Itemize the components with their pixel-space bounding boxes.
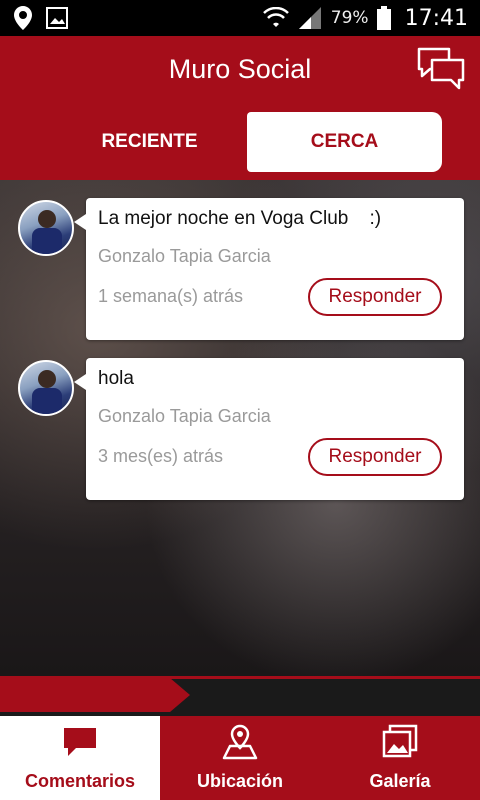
location-icon xyxy=(14,6,32,30)
comment-text: hola xyxy=(98,368,134,389)
tab-reciente[interactable]: RECIENTE xyxy=(52,112,247,172)
comment-time: 3 mes(es) atrás xyxy=(98,446,224,466)
status-bar: 79% 17:41 xyxy=(0,0,480,36)
content-area: La mejor noche en Voga Club :) Gonzalo T… xyxy=(0,180,480,676)
nav-comentarios[interactable]: Comentarios xyxy=(0,716,160,800)
nav-galeria[interactable]: Galería xyxy=(320,716,480,800)
comment-bubble: La mejor noche en Voga Club :) Gonzalo T… xyxy=(74,198,464,340)
comment-time: 1 semana(s) atrás xyxy=(98,286,244,306)
app-header: Muro Social RECIENTE CERCA xyxy=(0,36,480,180)
avatar[interactable] xyxy=(18,200,74,256)
tab-bar: RECIENTE CERCA xyxy=(52,112,442,172)
avatar[interactable] xyxy=(18,360,74,416)
map-pin-icon xyxy=(222,724,258,760)
comment-bubble: hola Gonzalo Tapia Garcia 3 mes(es) atrá… xyxy=(74,358,464,500)
comment-author: Gonzalo Tapia Garcia xyxy=(98,406,271,426)
comment-text: La mejor noche en Voga Club :) xyxy=(98,208,382,229)
chat-bubbles-icon[interactable] xyxy=(416,46,466,92)
image-notification-icon xyxy=(46,7,68,29)
gallery-icon xyxy=(382,724,418,758)
battery-percent: 79% xyxy=(330,8,369,28)
tab-cerca[interactable]: CERCA xyxy=(247,112,442,172)
nav-label: Galería xyxy=(369,771,431,791)
battery-icon xyxy=(376,6,391,30)
reply-button[interactable]: Responder xyxy=(308,278,442,316)
bottom-nav: Comentarios Ubicación Galería xyxy=(0,716,480,800)
nav-label: Ubicación xyxy=(196,771,284,791)
speech-bubble-icon xyxy=(64,728,96,756)
nav-label: Comentarios xyxy=(24,771,136,791)
reply-button[interactable]: Responder xyxy=(308,438,442,476)
nav-ubicacion[interactable]: Ubicación xyxy=(160,716,320,800)
comment-author: Gonzalo Tapia Garcia xyxy=(98,246,271,266)
status-clock: 17:41 xyxy=(404,5,468,31)
signal-icon xyxy=(298,7,321,29)
decorative-stripe xyxy=(0,676,480,716)
wifi-icon xyxy=(262,7,289,27)
page-title: Muro Social xyxy=(168,54,312,84)
